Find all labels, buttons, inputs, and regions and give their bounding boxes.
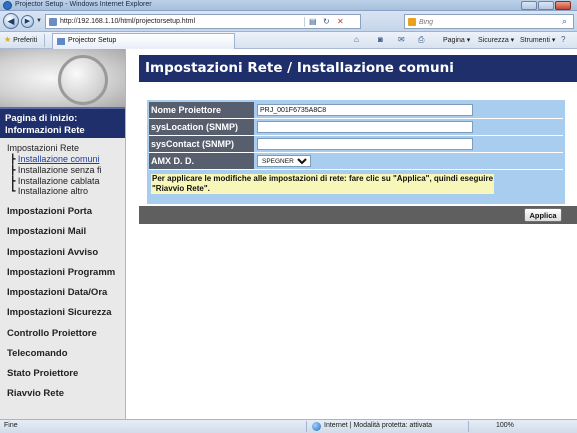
form-row-amx: AMX D. D. SPEGNERE [149,153,563,170]
address-toolbar: ◀ ▶ ▼ http://192.168.1.10/html/projector… [0,11,577,32]
sidebar-item-riavvio-rete[interactable]: Riavvio Rete [7,388,64,399]
amx-label: AMX D. D. [149,153,254,169]
tools-menu[interactable]: Strumenti ▾ [520,36,555,44]
apply-note-line1: Per applicare le modifiche alle impostaz… [152,174,494,183]
form-row-syscontact: sysContact (SNMP) [149,136,563,153]
apply-button[interactable]: Applica [524,208,562,222]
sidebar-item-avviso[interactable]: Impostazioni Avviso [7,247,98,258]
security-menu[interactable]: Sicurezza ▾ [478,36,514,44]
projector-name-label: Nome Proiettore [149,102,254,118]
maximize-button[interactable] [538,1,554,10]
sidebar-item-mail[interactable]: Impostazioni Mail [7,226,86,237]
sidebar-subitem-installazione-comuni[interactable]: ┣ Installazione comuni [10,154,99,165]
syslocation-label: sysLocation (SNMP) [149,119,254,135]
forward-button[interactable]: ▶ [21,15,34,28]
mail-icon[interactable]: ✉ [398,35,405,44]
stop-icon[interactable]: ✕ [337,17,344,26]
sidebar-home-link[interactable]: Pagina di inizio: Informazioni Rete [0,107,125,138]
form-row-projector-name: Nome Proiettore [149,102,563,119]
tab-label: Projector Setup [68,37,117,44]
address-url[interactable]: http://192.168.1.10/html/projectorsetup.… [60,18,195,25]
form-row-syslocation: sysLocation (SNMP) [149,119,563,136]
sidebar-item-sicurezza[interactable]: Impostazioni Sicurezza [7,307,112,318]
minimize-button[interactable] [521,1,537,10]
sidebar-subitem-installazione-senza-fili[interactable]: ┣ Installazione senza fi [10,165,101,176]
syscontact-field[interactable] [257,138,473,150]
apply-note: Per applicare le modifiche alle impostaz… [149,171,563,198]
help-icon[interactable]: ? [561,35,565,44]
sidebar-subitem-installazione-altro[interactable]: ┗ Installazione altro [10,186,88,197]
compatibility-icon[interactable]: ▤ [309,17,317,26]
page-title: Impostazioni Rete / Installazione comuni [139,55,577,82]
sidebar-item-data-ora[interactable]: Impostazioni Data/Ora [7,287,107,298]
star-icon: ★ [4,35,12,44]
sidebar-banner-image [0,49,125,107]
settings-form: Nome Proiettore sysLocation (SNMP) sysCo… [147,100,565,204]
favorites-bar: ★ Preferiti Projector Setup ⌂ ◙ ✉ ⎙ Pagi… [0,32,577,49]
zoom-level[interactable]: 100% [496,422,514,429]
page-icon [49,18,57,26]
main-panel: Impostazioni Rete / Installazione comuni… [139,49,577,419]
favorites-button[interactable]: ★ Preferiti [4,35,37,44]
sidebar-item-telecomando[interactable]: Telecomando [7,348,68,359]
syslocation-field[interactable] [257,121,473,133]
close-button[interactable] [555,1,571,10]
bing-icon [408,18,416,26]
home-icon[interactable]: ⌂ [354,35,359,44]
refresh-icon[interactable]: ↻ [323,17,330,26]
sidebar-item-programma[interactable]: Impostazioni Programm [7,267,115,278]
search-input[interactable] [419,17,549,27]
tab-page-icon [57,38,65,45]
projector-name-field[interactable] [257,104,473,116]
sidebar: Pagina di inizio: Informazioni Rete Impo… [0,49,126,419]
search-box[interactable]: ⌕ [404,14,574,29]
feeds-icon[interactable]: ◙ [378,35,383,44]
amx-select[interactable]: SPEGNERE [257,155,311,167]
internet-zone-icon [312,422,321,431]
back-button[interactable]: ◀ [3,13,19,29]
syscontact-label: sysContact (SNMP) [149,136,254,152]
sidebar-item-porta[interactable]: Impostazioni Porta [7,206,92,217]
status-bar: Fine Internet | Modalità protetta: attiv… [0,419,577,433]
sidebar-item-stato-proiettore[interactable]: Stato Proiettore [7,368,78,379]
security-zone-text: Internet | Modalità protetta: attivata [324,422,433,429]
print-icon[interactable]: ⎙ [418,35,424,45]
history-dropdown-icon[interactable]: ▼ [36,18,42,24]
sidebar-item-controllo-proiettore[interactable]: Controllo Proiettore [7,328,97,339]
status-text: Fine [4,422,18,429]
browser-tab[interactable]: Projector Setup [52,33,235,49]
window-title-bar: Projector Setup - Windows Internet Explo… [0,0,577,11]
action-bar: Applica [139,206,577,224]
page-menu[interactable]: Pagina ▾ [443,36,470,44]
address-bar[interactable]: http://192.168.1.10/html/projectorsetup.… [45,14,361,29]
page-content: Pagina di inizio: Informazioni Rete Impo… [0,49,577,419]
apply-note-line2: "Riavvio Rete". [152,184,210,193]
ie-icon [3,1,12,10]
sidebar-section-network[interactable]: Impostazioni Rete [7,143,79,153]
search-icon[interactable]: ⌕ [562,16,567,27]
window-title: Projector Setup - Windows Internet Explo… [15,1,152,8]
